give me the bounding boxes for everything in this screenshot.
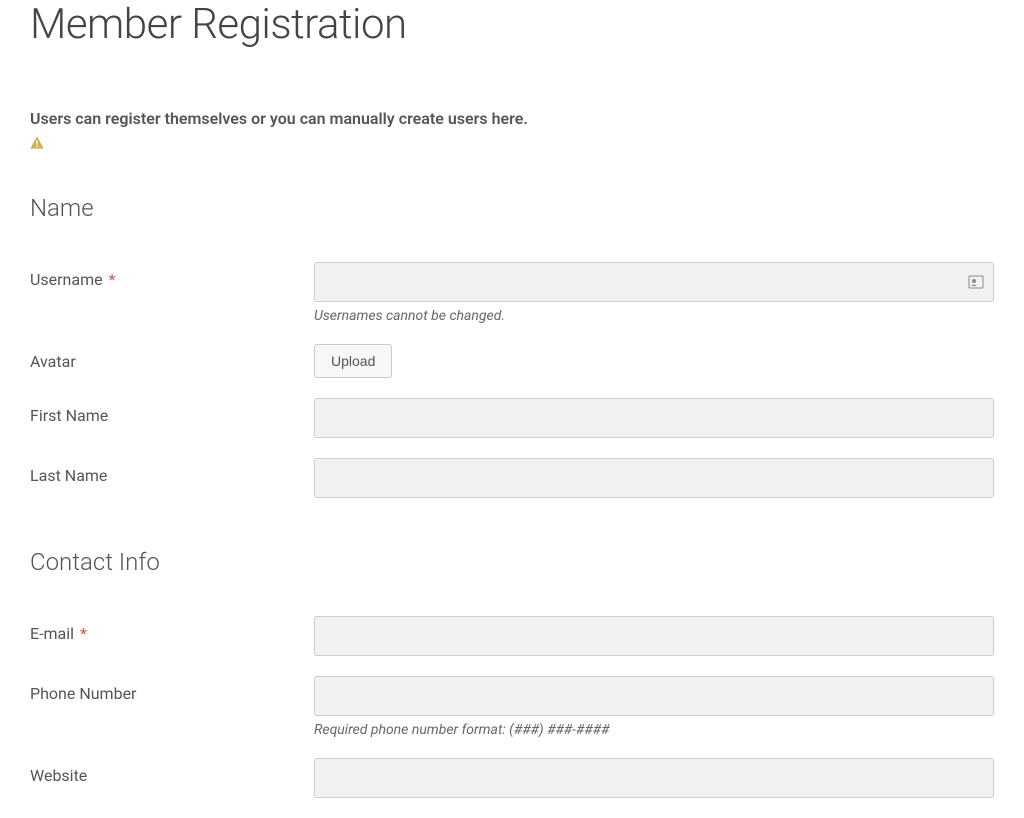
form-row-phone: Phone Number Required phone number forma… bbox=[30, 676, 994, 738]
form-row-website: Website bbox=[30, 758, 994, 798]
phone-helper: Required phone number format: (###) ###-… bbox=[314, 722, 994, 738]
username-helper: Usernames cannot be changed. bbox=[314, 308, 994, 324]
form-row-email: E-mail * bbox=[30, 616, 994, 656]
username-input[interactable] bbox=[314, 262, 994, 302]
first-name-label: First Name bbox=[30, 398, 314, 425]
required-marker: * bbox=[109, 270, 116, 289]
section-heading-contact: Contact Info bbox=[30, 548, 994, 576]
phone-input[interactable] bbox=[314, 676, 994, 716]
section-heading-name: Name bbox=[30, 194, 994, 222]
form-row-last-name: Last Name bbox=[30, 458, 994, 498]
website-input[interactable] bbox=[314, 758, 994, 798]
email-input[interactable] bbox=[314, 616, 994, 656]
email-label: E-mail * bbox=[30, 616, 314, 643]
avatar-label: Avatar bbox=[30, 344, 314, 371]
phone-label: Phone Number bbox=[30, 676, 314, 703]
page-title: Member Registration bbox=[30, 0, 994, 49]
upload-button[interactable]: Upload bbox=[314, 344, 392, 378]
required-marker: * bbox=[80, 624, 87, 643]
username-label: Username * bbox=[30, 262, 314, 289]
last-name-label: Last Name bbox=[30, 458, 314, 485]
form-row-username: Username * Usernames cannot be changed. bbox=[30, 262, 994, 324]
warning-icon bbox=[30, 136, 44, 150]
website-label: Website bbox=[30, 758, 314, 785]
form-row-avatar: Avatar Upload bbox=[30, 344, 994, 378]
first-name-input[interactable] bbox=[314, 398, 994, 438]
last-name-input[interactable] bbox=[314, 458, 994, 498]
form-row-first-name: First Name bbox=[30, 398, 994, 438]
intro-text: Users can register themselves or you can… bbox=[30, 109, 994, 128]
